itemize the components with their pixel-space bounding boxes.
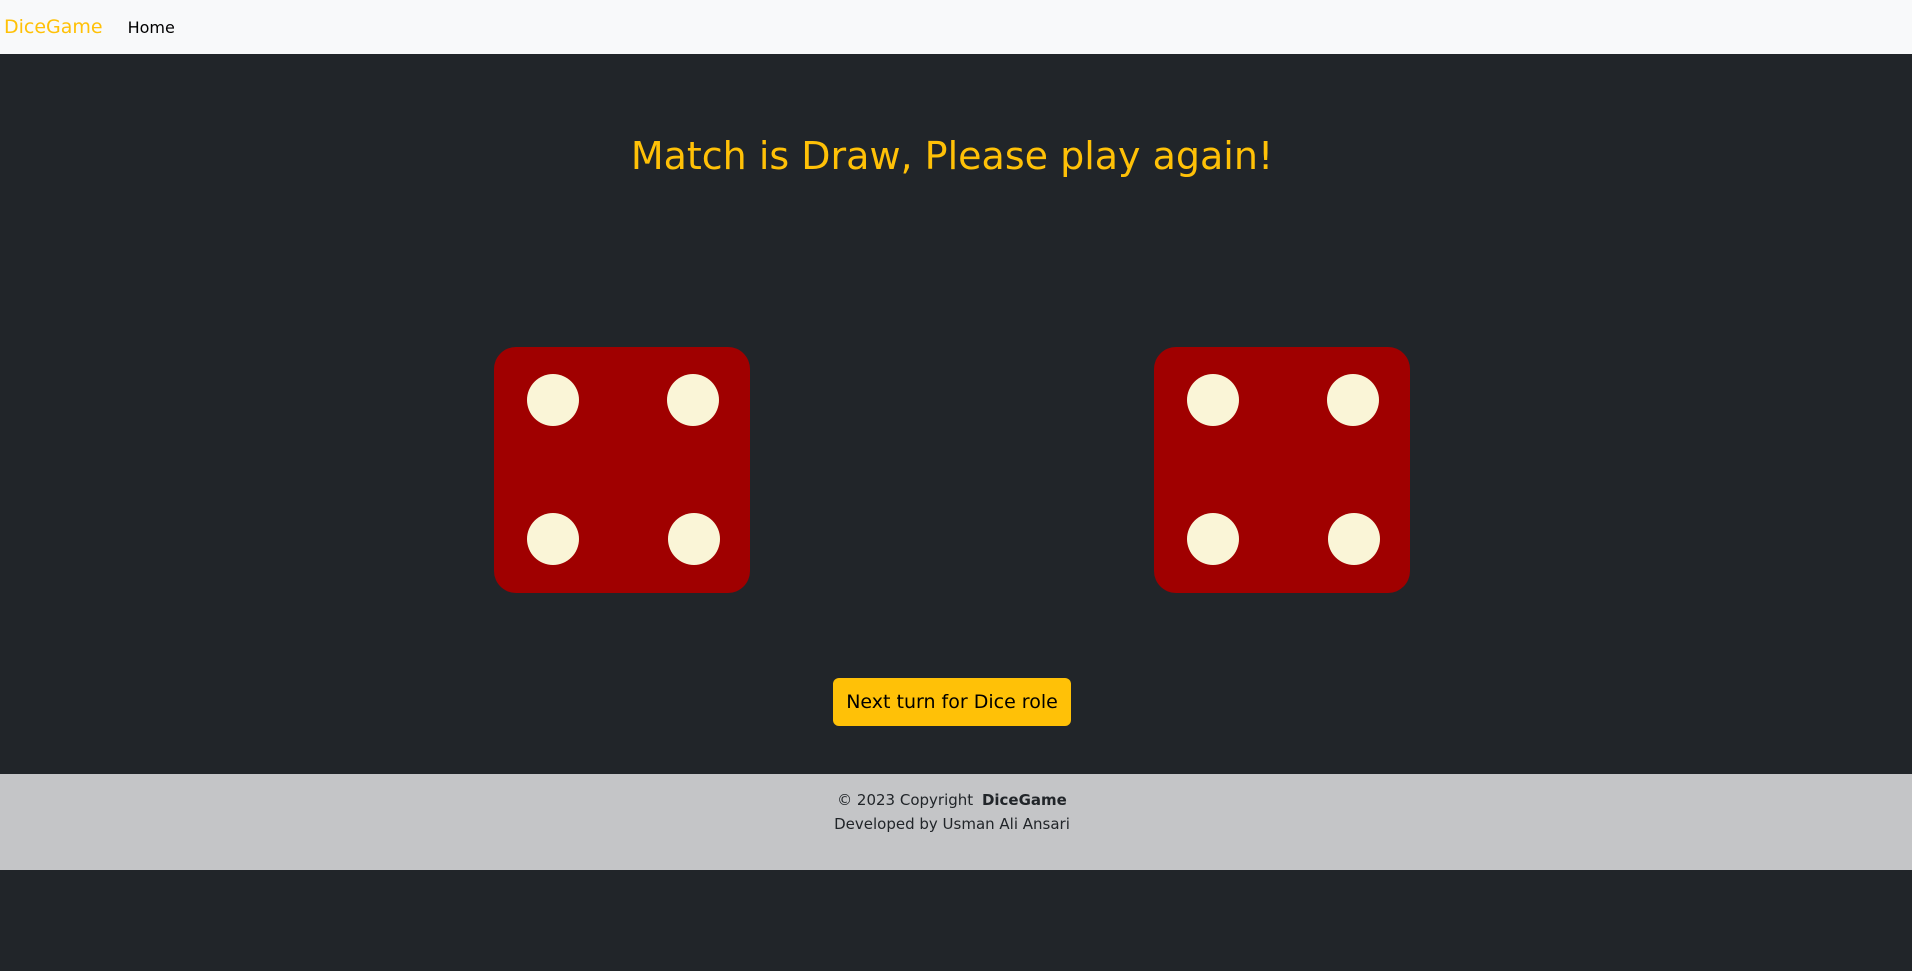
dice-pip: [1328, 513, 1380, 565]
dice-pip: [527, 374, 579, 426]
brand-link[interactable]: DiceGame: [4, 16, 103, 38]
navbar: DiceGame Home: [0, 0, 1912, 54]
dice-pip: [1187, 513, 1239, 565]
copyright-text: © 2023 Copyright: [837, 791, 974, 809]
dice-pip: [1327, 374, 1379, 426]
next-turn-button[interactable]: Next turn for Dice role: [833, 678, 1071, 726]
dice-pip: [668, 513, 720, 565]
footer-copyright-line: © 2023 Copyright DiceGame: [0, 791, 1904, 809]
dice-pip: [527, 513, 579, 565]
developer-credit: Developed by Usman Ali Ansari: [834, 815, 1070, 833]
footer-brand: DiceGame: [981, 791, 1067, 809]
main-section: Match is Draw, Please play again! Next t…: [0, 54, 1912, 774]
footer: © 2023 Copyright DiceGame Developed by U…: [0, 774, 1912, 870]
dice-pip: [1187, 374, 1239, 426]
right-dice-image: [1154, 347, 1410, 593]
dice-pip: [667, 374, 719, 426]
left-dice-image: [494, 347, 750, 593]
nav-link-home[interactable]: Home: [128, 18, 175, 37]
page-bottom-background: [0, 870, 1912, 971]
result-headline: Match is Draw, Please play again!: [630, 134, 1274, 178]
